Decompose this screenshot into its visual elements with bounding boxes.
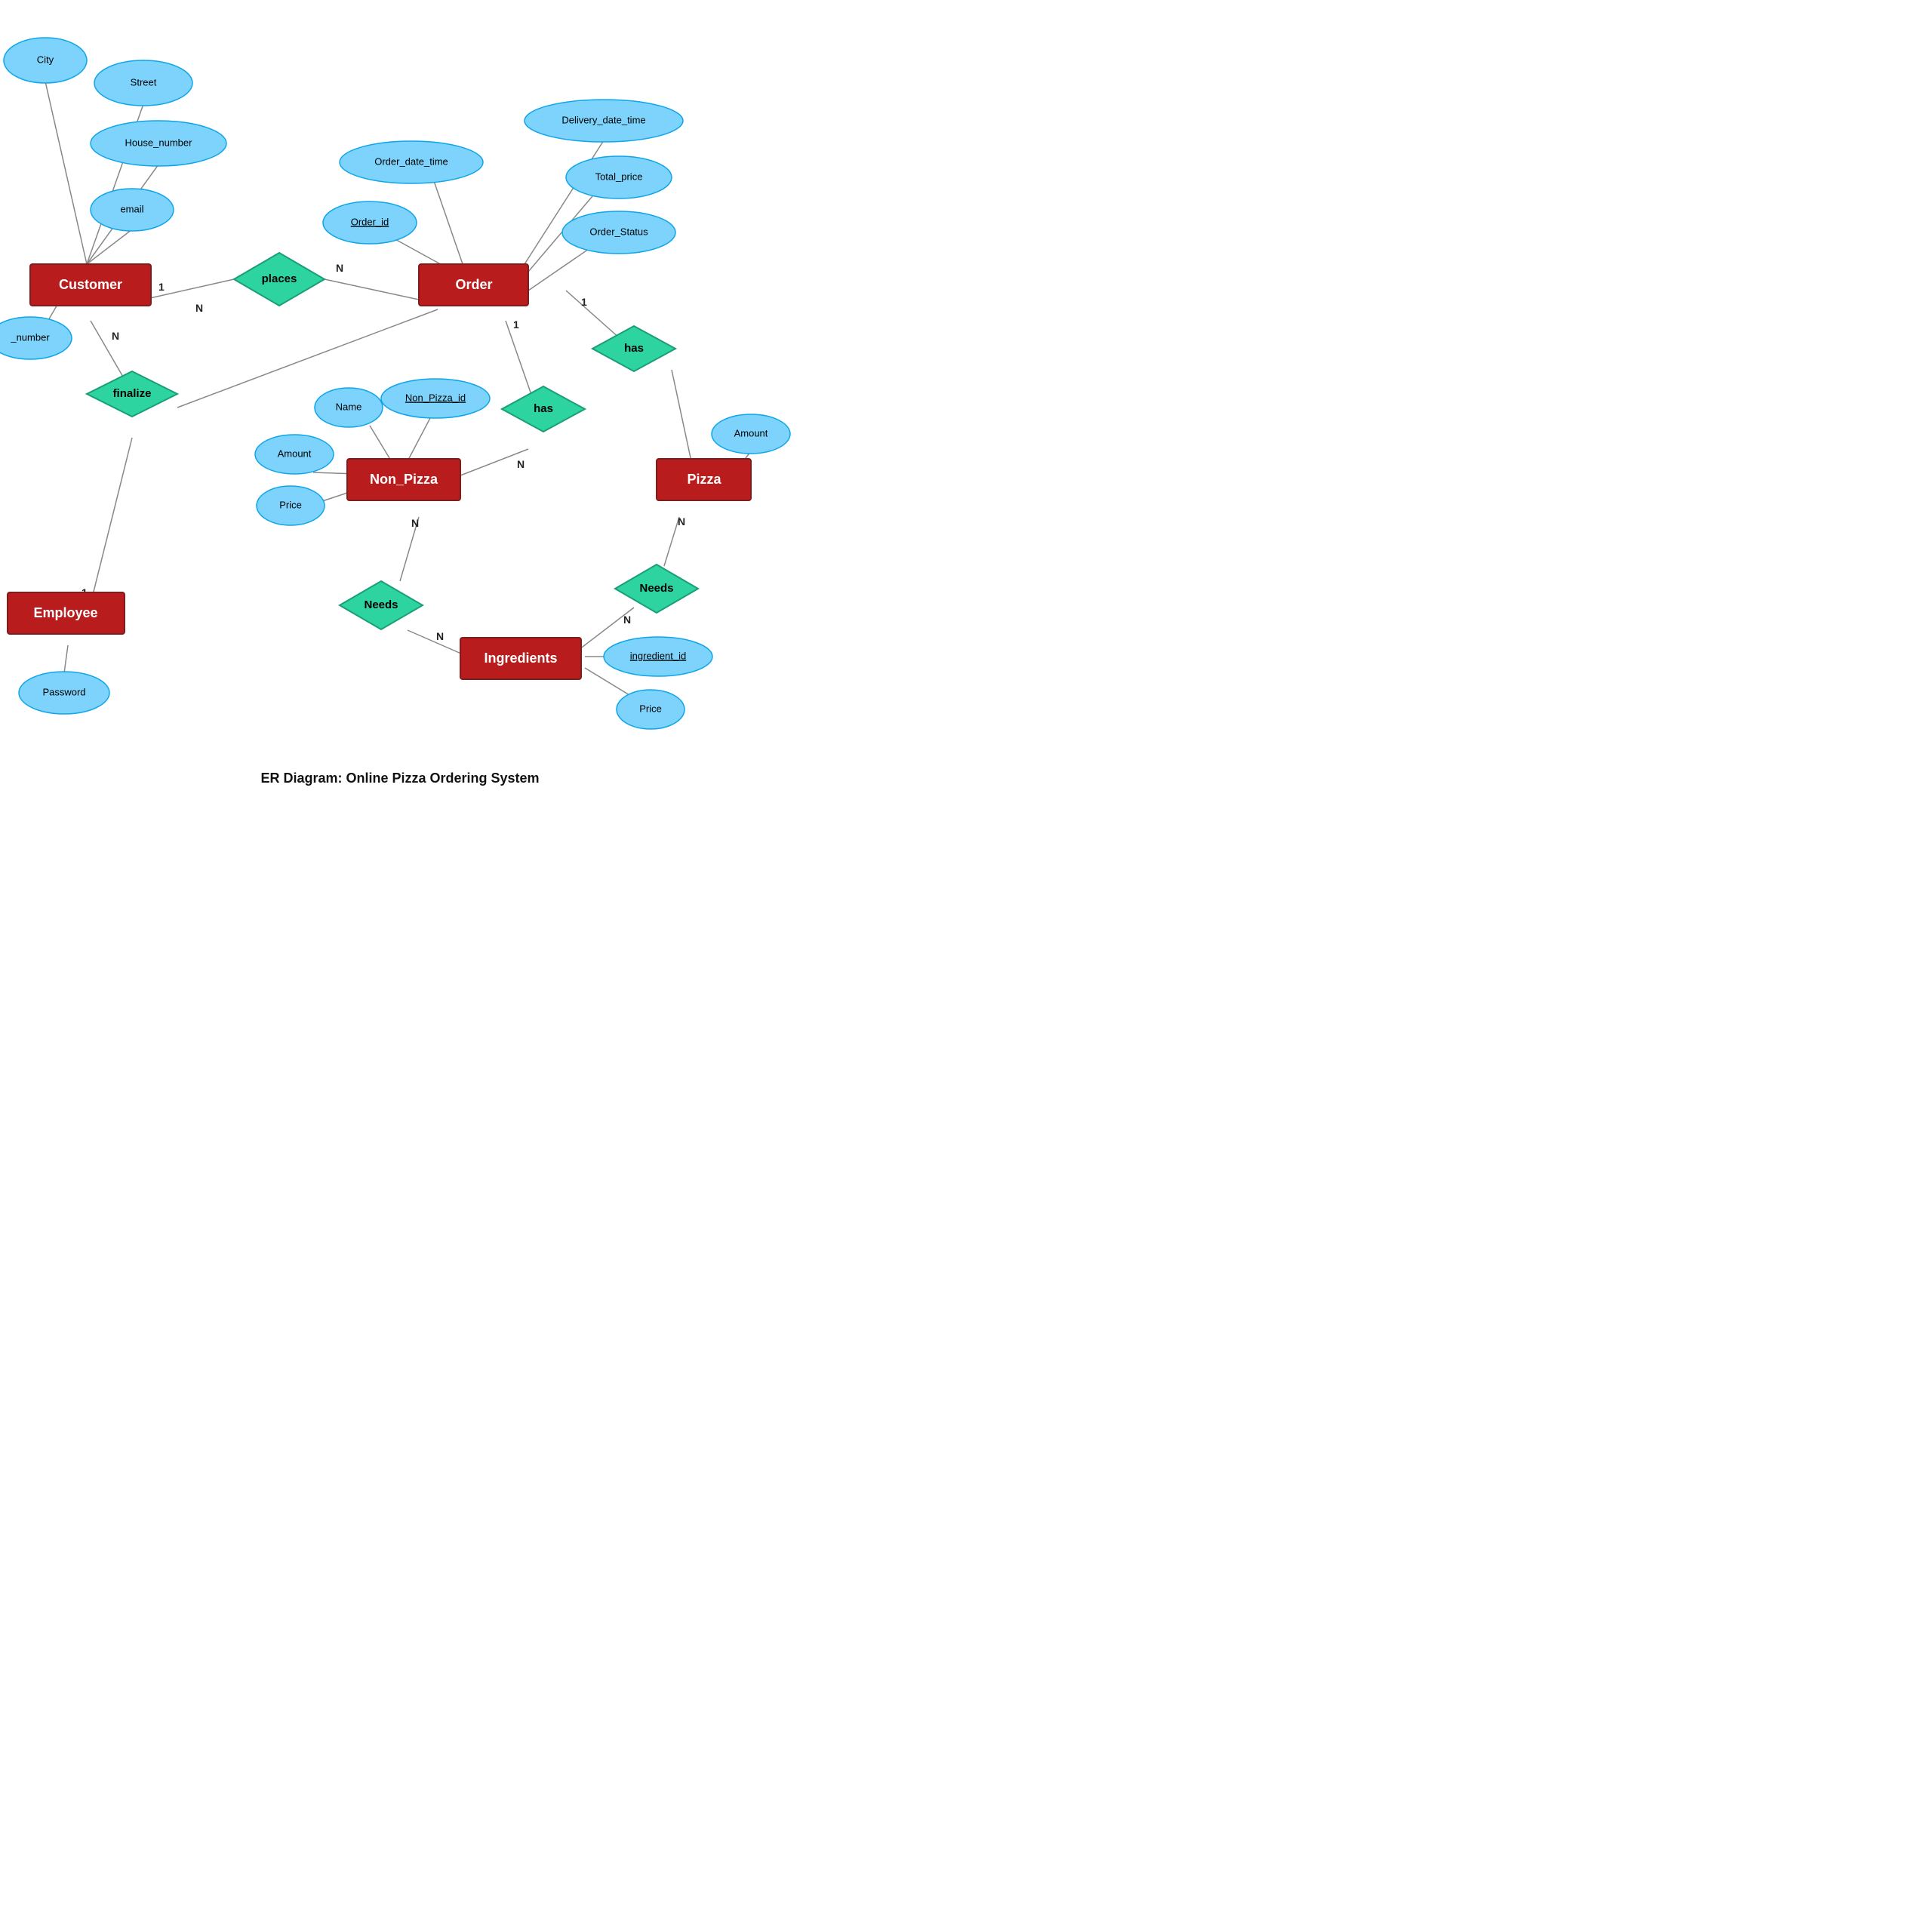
- svg-text:Needs: Needs: [639, 582, 673, 595]
- entity-ingredients: Ingredients: [460, 638, 581, 679]
- svg-text:Order: Order: [455, 277, 492, 292]
- svg-text:Ingredients: Ingredients: [484, 651, 557, 666]
- svg-text:has: has: [534, 402, 553, 415]
- cardinality-has2-n: N: [517, 458, 525, 470]
- cardinality-nonpizza-needs: N: [411, 517, 419, 529]
- svg-text:Street: Street: [131, 76, 157, 88]
- attribute-email: email: [91, 189, 174, 231]
- svg-text:ingredient_id: ingredient_id: [630, 650, 686, 661]
- cardinality-fin-n: N: [195, 302, 203, 314]
- attribute-total-price: Total_price: [566, 156, 672, 198]
- entity-pizza: Pizza: [657, 459, 751, 500]
- relationship-finalize: finalize: [87, 371, 177, 417]
- entity-order: Order: [419, 264, 528, 306]
- attribute-nonpizza-price: Price: [257, 486, 325, 525]
- cardinality-pizza-needs: N: [678, 515, 685, 528]
- cardinality-has1-1: 1: [581, 296, 587, 308]
- caption-text: ER Diagram: Online Pizza Ordering System: [260, 771, 539, 786]
- er-diagram: 1 N 1 N 1 N N 1 N N N N N City Street Ho…: [0, 0, 800, 800]
- relationship-has-order-pizza: has: [592, 326, 675, 371]
- diagram-caption: ER Diagram: Online Pizza Ordering System: [0, 771, 800, 786]
- entity-nonpizza: Non_Pizza: [347, 459, 460, 500]
- attribute-nonpizza-amount: Amount: [255, 435, 334, 474]
- svg-text:Amount: Amount: [278, 448, 312, 459]
- cardinality-cust-fin: N: [112, 330, 119, 342]
- attribute-house-number: House_number: [91, 121, 226, 166]
- svg-text:Delivery_date_time: Delivery_date_time: [561, 114, 645, 125]
- attribute-nonpizza-name: Name: [315, 388, 383, 427]
- svg-text:Customer: Customer: [59, 277, 122, 292]
- svg-text:email: email: [120, 203, 143, 214]
- svg-text:Password: Password: [42, 686, 85, 697]
- svg-text:Pizza: Pizza: [687, 472, 721, 487]
- attribute-nonpizza-id: Non_Pizza_id: [381, 379, 490, 418]
- attribute-order-id: Order_id: [323, 202, 417, 244]
- cardinality-places-1: 1: [158, 281, 165, 293]
- svg-text:_number: _number: [10, 331, 50, 343]
- relationship-needs-pizza: Needs: [615, 565, 698, 613]
- attribute-city: City: [4, 38, 87, 83]
- attribute-phone-number: _number: [0, 317, 72, 359]
- svg-text:Non_Pizza: Non_Pizza: [370, 472, 438, 487]
- svg-text:Name: Name: [336, 401, 362, 412]
- svg-text:City: City: [37, 54, 54, 65]
- attribute-ingredient-price: Price: [617, 690, 685, 729]
- svg-text:Total_price: Total_price: [595, 171, 643, 182]
- attribute-order-date-time: Order_date_time: [340, 141, 483, 183]
- svg-text:places: places: [262, 272, 297, 285]
- cardinality-needs-ingr: N: [436, 630, 444, 642]
- entity-customer: Customer: [30, 264, 151, 306]
- svg-text:Order_id: Order_id: [351, 216, 389, 227]
- attribute-delivery-date-time: Delivery_date_time: [525, 100, 683, 142]
- svg-text:Order_Status: Order_Status: [589, 226, 648, 237]
- svg-text:Price: Price: [279, 499, 302, 510]
- relationship-needs-nonpizza: Needs: [340, 581, 423, 629]
- svg-text:Price: Price: [639, 703, 662, 714]
- cardinality-places-n: N: [336, 262, 343, 274]
- svg-text:Needs: Needs: [364, 598, 398, 611]
- svg-text:Order_date_time: Order_date_time: [374, 155, 448, 167]
- attribute-ingredient-id: ingredient_id: [604, 637, 712, 676]
- svg-text:Amount: Amount: [734, 427, 768, 438]
- entity-employee: Employee: [8, 592, 125, 634]
- cardinality-has2-1: 1: [513, 318, 519, 331]
- relationship-places: places: [234, 253, 325, 306]
- attribute-order-status: Order_Status: [562, 211, 675, 254]
- cardinality-needs2-ingr: N: [623, 614, 631, 626]
- relationship-has-order-nonpizza: has: [502, 386, 585, 432]
- attribute-street: Street: [94, 60, 192, 106]
- svg-text:Non_Pizza_id: Non_Pizza_id: [405, 392, 466, 403]
- attribute-pizza-amount: Amount: [712, 414, 790, 454]
- svg-text:has: has: [624, 342, 644, 355]
- svg-text:finalize: finalize: [113, 387, 152, 400]
- svg-text:House_number: House_number: [125, 137, 193, 148]
- svg-text:Employee: Employee: [33, 605, 97, 620]
- attribute-password: Password: [19, 672, 109, 714]
